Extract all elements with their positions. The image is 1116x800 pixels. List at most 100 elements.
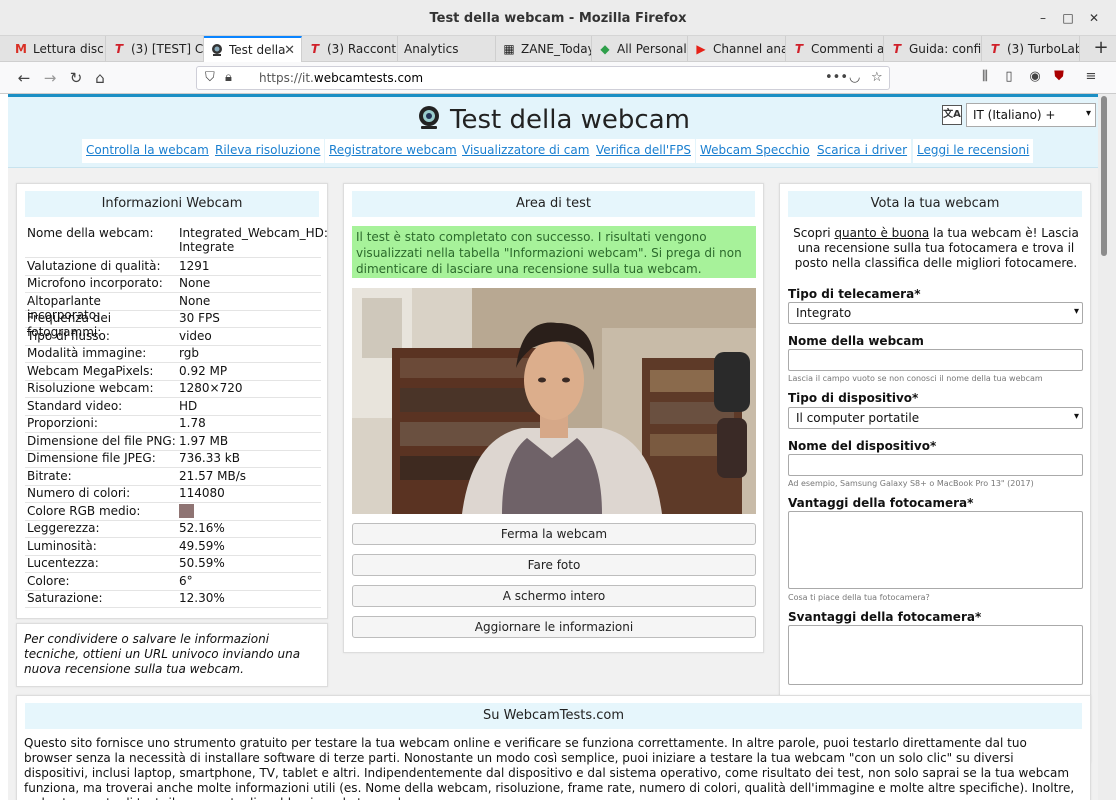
webcam-logo-icon	[419, 106, 440, 129]
info-row: Bitrate: 21.57 MB/s	[25, 469, 321, 486]
tab-label: (3) TurboLab	[1007, 42, 1079, 56]
stop-webcam-button[interactable]: Ferma la webcam	[352, 523, 756, 545]
tab-label: All Personal	[617, 42, 687, 56]
webcam-icon	[210, 43, 224, 57]
forward-icon[interactable]: →	[40, 68, 60, 88]
device-name-hint: Ad esempio, Samsung Galaxy S8+ o MacBook…	[788, 479, 1034, 488]
shield-icon[interactable]: ⛉	[205, 70, 215, 85]
site-header: Test della webcam 文A IT (Italiano) + ▾ C…	[8, 94, 1098, 168]
diamond-icon: ◆	[600, 42, 610, 56]
tab-label: Channel ana	[713, 42, 785, 56]
info-value: video	[179, 329, 212, 343]
ublock-icon[interactable]: ⛊	[1050, 69, 1068, 87]
reload-icon[interactable]: ↻	[66, 68, 86, 88]
tab-racconta[interactable]: T (3) Raccont	[302, 36, 398, 62]
avg-color-swatch	[179, 504, 194, 518]
lock-icon[interactable]: 🔒︎	[225, 70, 232, 85]
device-name-label: Nome del dispositivo*	[788, 439, 937, 453]
tab-all-personal[interactable]: ◆ All Personal	[592, 36, 688, 62]
info-value: 12.30%	[179, 591, 225, 605]
nav-link-specchio[interactable]: Webcam Specchio	[696, 139, 814, 163]
info-key: Risoluzione webcam:	[27, 381, 154, 395]
t-icon: T	[114, 42, 124, 56]
webcam-name-input[interactable]	[788, 349, 1083, 371]
navigation-bar: ← → ↻ ⌂ ⛉ 🔒︎ https://it.webcamtests.com …	[0, 62, 1116, 94]
info-key: Colore:	[27, 574, 70, 588]
nav-link-driver[interactable]: Scarica i driver	[813, 139, 912, 163]
tab-test-della-webcam[interactable]: Test della ✕	[204, 36, 302, 62]
tab-gmail[interactable]: M Lettura disc	[8, 36, 106, 62]
info-key: Dimensione del file PNG:	[27, 434, 176, 448]
back-icon[interactable]: ←	[14, 68, 34, 88]
pros-hint: Cosa ti piace della tua fotocamera?	[788, 593, 930, 602]
info-row: Frequenza dei fotogrammi: 30 FPS	[25, 311, 321, 339]
refresh-info-button[interactable]: Aggiornare le informazioni	[352, 616, 756, 638]
device-name-input[interactable]	[788, 454, 1083, 476]
nav-link-registratore[interactable]: Registratore webcam	[325, 139, 461, 163]
sidebar-icon[interactable]: ▯	[1000, 69, 1018, 87]
nav-link-visualizzatore[interactable]: Visualizzatore di cam	[458, 139, 594, 163]
gmail-icon: M	[15, 42, 27, 56]
title-bar: Test della webcam - Mozilla Firefox – □ …	[0, 0, 1116, 36]
url-text: https://it.webcamtests.com	[259, 71, 423, 85]
cons-textarea[interactable]	[788, 625, 1083, 685]
bookmark-star-icon[interactable]: ☆	[871, 70, 883, 85]
info-value: 1.78	[179, 416, 206, 430]
home-icon[interactable]: ⌂	[90, 68, 110, 88]
vote-panel-title: Vota la tua webcam	[788, 191, 1082, 217]
info-row: Tipo di flusso: video	[25, 329, 321, 346]
nav-link-controlla[interactable]: Controlla la webcam	[82, 139, 213, 163]
info-row: Altoparlante incorporato: None	[25, 294, 321, 322]
minimize-icon[interactable]: –	[1036, 11, 1050, 25]
info-row: Leggerezza: 52.16%	[25, 521, 321, 538]
take-photo-button[interactable]: Fare foto	[352, 554, 756, 576]
info-key: Luminosità:	[27, 539, 97, 553]
pocket-icon[interactable]: ◡	[849, 70, 860, 85]
device-type-select[interactable]: Il computer portatile ▾	[788, 407, 1083, 429]
pros-textarea[interactable]	[788, 511, 1083, 589]
tab-turbolab[interactable]: T (3) TurboLab	[982, 36, 1080, 62]
nav-link-recensioni[interactable]: Leggi le recensioni	[913, 139, 1034, 163]
camera-type-label: Tipo di telecamera*	[788, 287, 921, 301]
page-content: Test della webcam 文A IT (Italiano) + ▾ C…	[8, 94, 1098, 800]
menu-icon[interactable]: ≡	[1082, 69, 1100, 87]
info-key: Bitrate:	[27, 469, 72, 483]
info-key: Standard video:	[27, 399, 123, 413]
tab-label: (3) Raccont	[327, 42, 397, 56]
scrollbar-thumb[interactable]	[1101, 96, 1107, 256]
info-key: Numero di colori:	[27, 486, 131, 500]
url-bar[interactable]: ⛉ 🔒︎ https://it.webcamtests.com ••• ◡ ☆	[196, 66, 890, 90]
vote-intro-link[interactable]: quanto è buona	[834, 226, 929, 240]
page-actions-icon[interactable]: •••	[825, 70, 848, 85]
camera-type-select[interactable]: Integrato ▾	[788, 302, 1083, 324]
tab-analytics[interactable]: Analytics	[398, 36, 496, 62]
language-select[interactable]: IT (Italiano) + ▾	[966, 103, 1096, 127]
chevron-down-icon: ▾	[1085, 108, 1091, 119]
maximize-icon[interactable]: □	[1061, 11, 1075, 25]
tab-zane[interactable]: ▦ ZANE_Today	[496, 36, 592, 62]
tab-guida[interactable]: T Guida: confi	[884, 36, 982, 62]
info-row: Proporzioni: 1.78	[25, 416, 321, 433]
chevron-down-icon: ▾	[1073, 306, 1079, 317]
tab-channel[interactable]: ▶ Channel ana	[688, 36, 786, 62]
info-value: 736.33 kB	[179, 451, 240, 465]
nav-link-fps[interactable]: Verifica dell'FPS	[592, 139, 695, 163]
info-row: Dimensione del file PNG: 1.97 MB	[25, 434, 321, 451]
tab-test-co[interactable]: T (3) [TEST] Co	[106, 36, 204, 62]
nav-link-risoluzione[interactable]: Rileva risoluzione	[211, 139, 325, 163]
vote-intro-text: Scopri	[793, 226, 835, 240]
fullscreen-button[interactable]: A schermo intero	[352, 585, 756, 607]
youtube-icon: ▶	[696, 42, 706, 56]
info-key: Tipo di flusso:	[27, 329, 110, 343]
tab-commenti[interactable]: T Commenti a	[786, 36, 884, 62]
account-icon[interactable]: ◉	[1026, 69, 1044, 87]
webcam-video	[352, 288, 756, 514]
info-value: 52.16%	[179, 521, 225, 535]
library-icon[interactable]: ⫼	[976, 69, 994, 87]
close-tab-icon[interactable]: ✕	[284, 43, 295, 58]
t-icon: T	[794, 42, 804, 56]
close-window-icon[interactable]: ✕	[1087, 11, 1101, 25]
new-tab-button[interactable]: +	[1088, 36, 1114, 62]
info-key: Webcam MegaPixels:	[27, 364, 154, 378]
cons-label: Svantaggi della fotocamera*	[788, 610, 982, 624]
